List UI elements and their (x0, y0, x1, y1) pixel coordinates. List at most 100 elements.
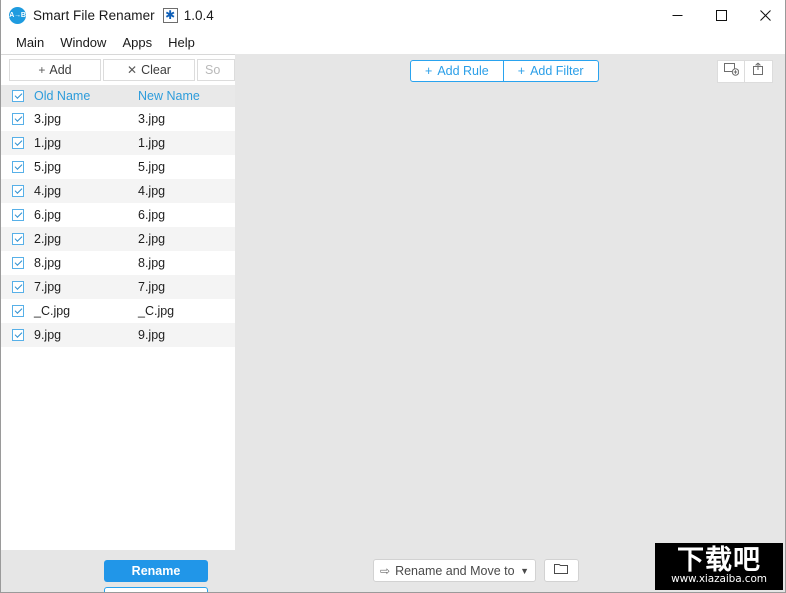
cell-new-name: _C.jpg (138, 304, 175, 318)
menu-item-apps[interactable]: Apps (114, 33, 160, 52)
preset-button-group (717, 60, 773, 83)
app-logo-icon: A→B (9, 6, 26, 24)
sort-button[interactable]: So (197, 59, 235, 81)
menu-item-main[interactable]: Main (8, 33, 52, 52)
watermark: 下载吧 www.xiazaiba.com (655, 543, 783, 590)
row-checkbox-cell[interactable] (1, 257, 34, 269)
cell-old-name: 4.jpg (34, 184, 62, 198)
row-checkbox[interactable] (11, 305, 24, 317)
row-checkbox-cell[interactable] (1, 233, 34, 245)
cell-new-name: 6.jpg (138, 208, 166, 222)
chevron-down-icon: ▼ (520, 565, 529, 576)
cell-old-name: 1.jpg (34, 136, 62, 150)
maximize-button[interactable] (699, 0, 743, 31)
table-row[interactable]: 4.jpg 4.jpg (1, 179, 235, 203)
menu-item-help[interactable]: Help (160, 33, 203, 52)
add-rule-label: Add Rule (437, 64, 489, 78)
watermark-url: www.xiazaiba.com (671, 572, 767, 585)
cell-new-name: 8.jpg (138, 256, 166, 270)
rule-filter-button-group: + Add Rule + Add Filter (410, 60, 599, 82)
cell-new-name: 2.jpg (138, 232, 166, 246)
table-row[interactable]: 1.jpg 1.jpg (1, 131, 235, 155)
export-preset-icon (723, 62, 739, 81)
row-checkbox[interactable] (11, 137, 24, 149)
sort-button-label: So (205, 63, 221, 77)
table-row[interactable]: 2.jpg 2.jpg (1, 227, 235, 251)
rules-list-empty-area[interactable] (235, 88, 785, 550)
plus-icon: + (38, 63, 46, 77)
row-checkbox-cell[interactable] (1, 113, 34, 125)
row-checkbox-cell[interactable] (1, 161, 34, 173)
table-row[interactable]: 9.jpg 9.jpg (1, 323, 235, 347)
undo-button[interactable]: Undo (104, 587, 208, 592)
cell-old-name: 8.jpg (34, 256, 62, 270)
close-button[interactable] (743, 0, 785, 31)
cell-old-name: 9.jpg (34, 328, 62, 342)
menu-bar: Main Window Apps Help (1, 31, 785, 54)
row-checkbox[interactable] (11, 281, 24, 293)
table-row[interactable]: 3.jpg 3.jpg (1, 107, 235, 131)
rename-button[interactable]: Rename (104, 560, 208, 582)
cell-old-name: 7.jpg (34, 280, 62, 294)
rename-mode-dropdown[interactable]: ⇨ Rename and Move to ▼ (373, 559, 536, 582)
row-checkbox[interactable] (11, 161, 24, 173)
watermark-cn-text: 下载吧 (677, 544, 761, 576)
column-header-old-name[interactable]: Old Name (34, 89, 138, 103)
table-row[interactable]: 6.jpg 6.jpg (1, 203, 235, 227)
row-checkbox[interactable] (11, 185, 24, 197)
cell-new-name: 3.jpg (138, 112, 166, 126)
file-list-toolbar: + Add ✕ Clear So (1, 55, 235, 85)
cell-new-name: 5.jpg (138, 160, 166, 174)
table-row[interactable]: 5.jpg 5.jpg (1, 155, 235, 179)
row-checkbox[interactable] (11, 329, 24, 341)
row-checkbox-cell[interactable] (1, 185, 34, 197)
window-controls (655, 0, 785, 31)
add-files-label: Add (49, 63, 72, 77)
cell-old-name: 2.jpg (34, 232, 62, 246)
table-row[interactable]: 8.jpg 8.jpg (1, 251, 235, 275)
row-checkbox-cell[interactable] (1, 209, 34, 221)
cell-new-name: 4.jpg (138, 184, 166, 198)
export-preset-button[interactable] (717, 60, 745, 83)
title-bar: A→B Smart File Renamer ✱ 1.0.4 (1, 0, 785, 31)
add-rule-button[interactable]: + Add Rule (410, 60, 504, 82)
plus-icon: + (425, 64, 433, 78)
file-list-panel: + Add ✕ Clear So Old Name New Name 3.jpg… (1, 54, 235, 550)
clear-list-button[interactable]: ✕ Clear (103, 59, 195, 81)
row-checkbox-cell[interactable] (1, 281, 34, 293)
select-all-checkbox[interactable] (11, 90, 24, 102)
row-checkbox-cell[interactable] (1, 137, 34, 149)
app-window: A→B Smart File Renamer ✱ 1.0.4 Main Wind… (0, 0, 786, 593)
file-list-header: Old Name New Name (1, 85, 235, 107)
add-filter-button[interactable]: + Add Filter (503, 60, 599, 82)
file-list-rows[interactable]: 3.jpg 3.jpg 1.jpg 1.jpg 5.jpg 5.jpg 4.jpg 4.jpg… (1, 107, 235, 550)
add-filter-label: Add Filter (530, 64, 584, 78)
plus-icon: + (517, 64, 526, 78)
table-row[interactable]: 7.jpg 7.jpg (1, 275, 235, 299)
select-all-checkbox-cell[interactable] (1, 90, 34, 102)
row-checkbox-cell[interactable] (1, 329, 34, 341)
browse-folder-button[interactable] (544, 559, 579, 582)
cell-old-name: 6.jpg (34, 208, 62, 222)
app-version: 1.0.4 (183, 7, 214, 23)
import-preset-button[interactable] (745, 60, 773, 83)
column-header-new-name[interactable]: New Name (138, 89, 200, 103)
row-checkbox-cell[interactable] (1, 305, 34, 317)
rules-toolbar: + Add Rule + Add Filter (235, 54, 785, 88)
cell-new-name: 9.jpg (138, 328, 166, 342)
row-checkbox[interactable] (11, 257, 24, 269)
row-checkbox[interactable] (11, 209, 24, 221)
cell-old-name: _C.jpg (34, 304, 71, 318)
table-row[interactable]: _C.jpg _C.jpg (1, 299, 235, 323)
app-title: Smart File Renamer (33, 7, 155, 23)
row-checkbox[interactable] (11, 113, 24, 125)
add-files-button[interactable]: + Add (9, 59, 101, 81)
rename-mode-label: Rename and Move to (395, 563, 515, 578)
minimize-button[interactable] (655, 0, 699, 31)
row-checkbox[interactable] (11, 233, 24, 245)
cell-new-name: 1.jpg (138, 136, 166, 150)
import-preset-icon (751, 62, 766, 81)
menu-item-window[interactable]: Window (52, 33, 114, 52)
cell-new-name: 7.jpg (138, 280, 166, 294)
version-badge-icon: ✱ (162, 7, 178, 23)
